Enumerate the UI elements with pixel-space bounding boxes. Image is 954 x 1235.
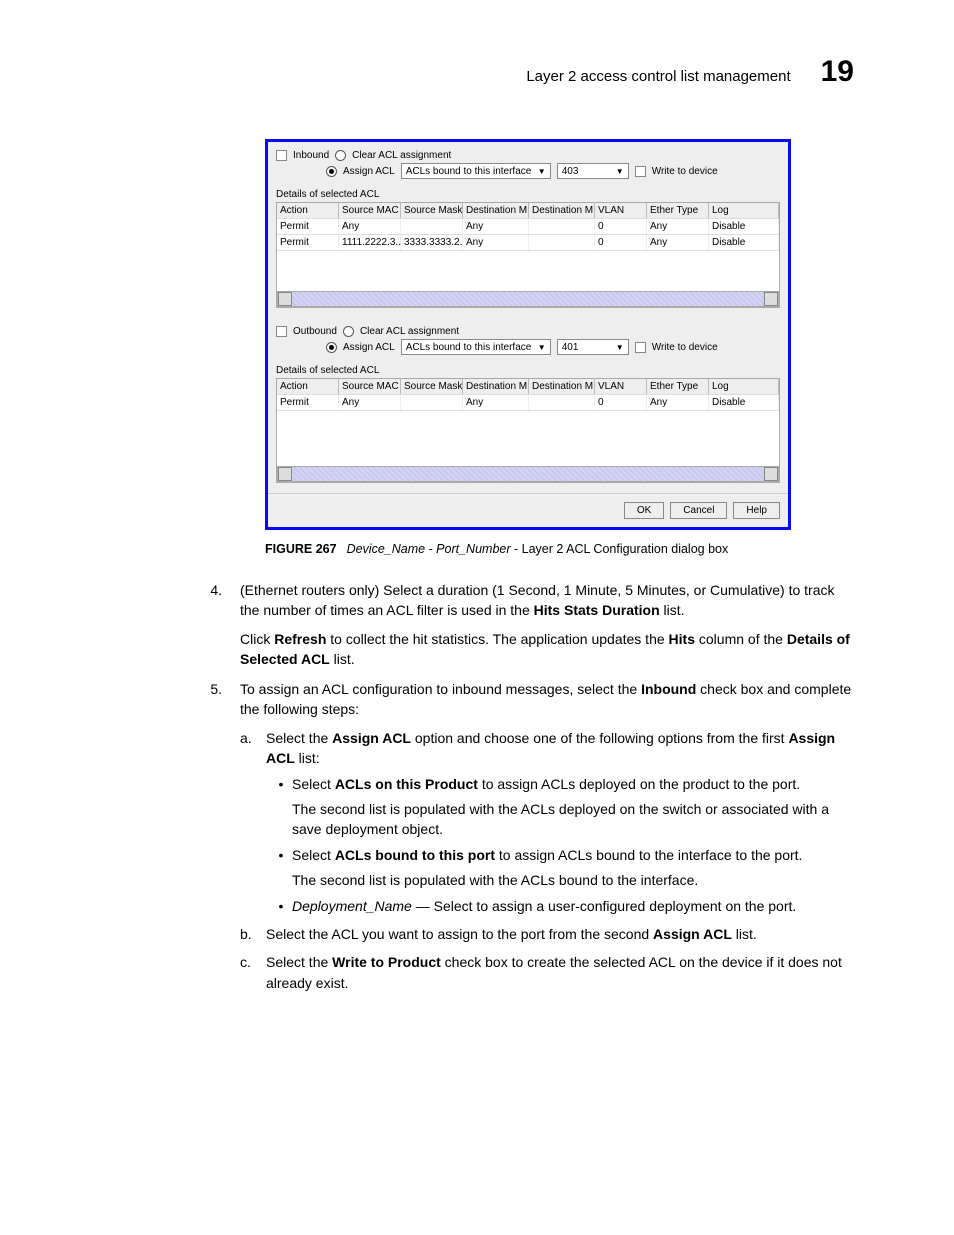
outbound-checkbox[interactable] (276, 326, 287, 337)
figure-caption: FIGURE 267Device_Name - Port_Number - La… (265, 542, 854, 556)
acl-id-combo[interactable]: 403▼ (557, 163, 629, 179)
assign-acl-label-out: Assign ACL (343, 342, 395, 353)
substep-letter: c. (240, 952, 266, 993)
acl-id-combo-out[interactable]: 401▼ (557, 339, 629, 355)
clear-acl-radio[interactable] (335, 150, 346, 161)
details-heading: Details of selected ACL (276, 189, 780, 200)
assign-acl-label: Assign ACL (343, 166, 395, 177)
bullet-1-continuation: The second list is populated with the AC… (292, 799, 854, 840)
chevron-down-icon: ▼ (616, 167, 624, 176)
col-ether-type[interactable]: Ether Type (647, 203, 709, 218)
write-to-device-checkbox-out[interactable] (635, 342, 646, 353)
header-title: Layer 2 access control list management (526, 68, 790, 85)
details-heading-out: Details of selected ACL (276, 365, 780, 376)
inbound-acl-table: Action Source MAC Source Mask Destinatio… (276, 202, 780, 308)
acl-source-combo[interactable]: ACLs bound to this interface▼ (401, 163, 551, 179)
horizontal-scrollbar[interactable] (277, 291, 779, 307)
col-dest-mask[interactable]: Destination M... (529, 379, 595, 394)
bullet-1-text: Select ACLs on this Product to assign AC… (292, 774, 854, 794)
table-row[interactable]: Permit Any Any 0 Any Disable (277, 395, 779, 411)
inbound-checkbox[interactable] (276, 150, 287, 161)
col-log[interactable]: Log (709, 379, 779, 394)
outbound-acl-table: Action Source MAC Source Mask Destinatio… (276, 378, 780, 483)
horizontal-scrollbar[interactable] (277, 466, 779, 482)
substep-c-text: Select the Write to Product check box to… (266, 952, 854, 993)
clear-acl-label-out: Clear ACL assignment (360, 326, 459, 337)
chevron-down-icon: ▼ (616, 343, 624, 352)
col-dest-mac[interactable]: Destination M... (463, 203, 529, 218)
col-action[interactable]: Action (277, 379, 339, 394)
step-4-text: (Ethernet routers only) Select a duratio… (240, 580, 854, 621)
outbound-label: Outbound (293, 326, 337, 337)
cancel-button[interactable]: Cancel (670, 502, 727, 519)
table-row[interactable]: Permit 1111.2222.3... 3333.3333.2... Any… (277, 235, 779, 251)
bullet-2-continuation: The second list is populated with the AC… (292, 870, 854, 890)
help-button[interactable]: Help (733, 502, 780, 519)
col-source-mask[interactable]: Source Mask (401, 379, 463, 394)
chevron-down-icon: ▼ (538, 167, 546, 176)
acl-source-combo-out[interactable]: ACLs bound to this interface▼ (401, 339, 551, 355)
col-log[interactable]: Log (709, 203, 779, 218)
step-5-text: To assign an ACL configuration to inboun… (240, 679, 854, 720)
step-number: 4. (110, 580, 240, 621)
bullet-icon: • (270, 774, 292, 794)
write-to-device-checkbox[interactable] (635, 166, 646, 177)
page-number: 19 (821, 55, 854, 89)
step-number: 5. (110, 679, 240, 720)
inbound-label: Inbound (293, 150, 329, 161)
assign-acl-radio[interactable] (326, 166, 337, 177)
substep-letter: b. (240, 924, 266, 944)
substep-a-text: Select the Assign ACL option and choose … (266, 728, 854, 769)
chevron-down-icon: ▼ (538, 343, 546, 352)
col-vlan[interactable]: VLAN (595, 203, 647, 218)
col-source-mac[interactable]: Source MAC (339, 379, 401, 394)
write-to-device-label-out: Write to device (652, 342, 718, 353)
clear-acl-radio-out[interactable] (343, 326, 354, 337)
substep-b-text: Select the ACL you want to assign to the… (266, 924, 854, 944)
col-dest-mac[interactable]: Destination M... (463, 379, 529, 394)
bullet-3-text: Deployment_Name — Select to assign a use… (292, 896, 854, 916)
substep-letter: a. (240, 728, 266, 769)
col-source-mask[interactable]: Source Mask (401, 203, 463, 218)
clear-acl-label: Clear ACL assignment (352, 150, 451, 161)
step-4-paragraph: Click Refresh to collect the hit statist… (240, 629, 854, 670)
col-source-mac[interactable]: Source MAC (339, 203, 401, 218)
col-ether-type[interactable]: Ether Type (647, 379, 709, 394)
bullet-icon: • (270, 845, 292, 865)
acl-config-dialog: Inbound Clear ACL assignment Assign ACL … (265, 139, 791, 530)
table-row[interactable]: Permit Any Any 0 Any Disable (277, 219, 779, 235)
bullet-icon: • (270, 896, 292, 916)
col-dest-mask[interactable]: Destination M... (529, 203, 595, 218)
ok-button[interactable]: OK (624, 502, 664, 519)
col-action[interactable]: Action (277, 203, 339, 218)
write-to-device-label: Write to device (652, 166, 718, 177)
assign-acl-radio-out[interactable] (326, 342, 337, 353)
bullet-2-text: Select ACLs bound to this port to assign… (292, 845, 854, 865)
col-vlan[interactable]: VLAN (595, 379, 647, 394)
